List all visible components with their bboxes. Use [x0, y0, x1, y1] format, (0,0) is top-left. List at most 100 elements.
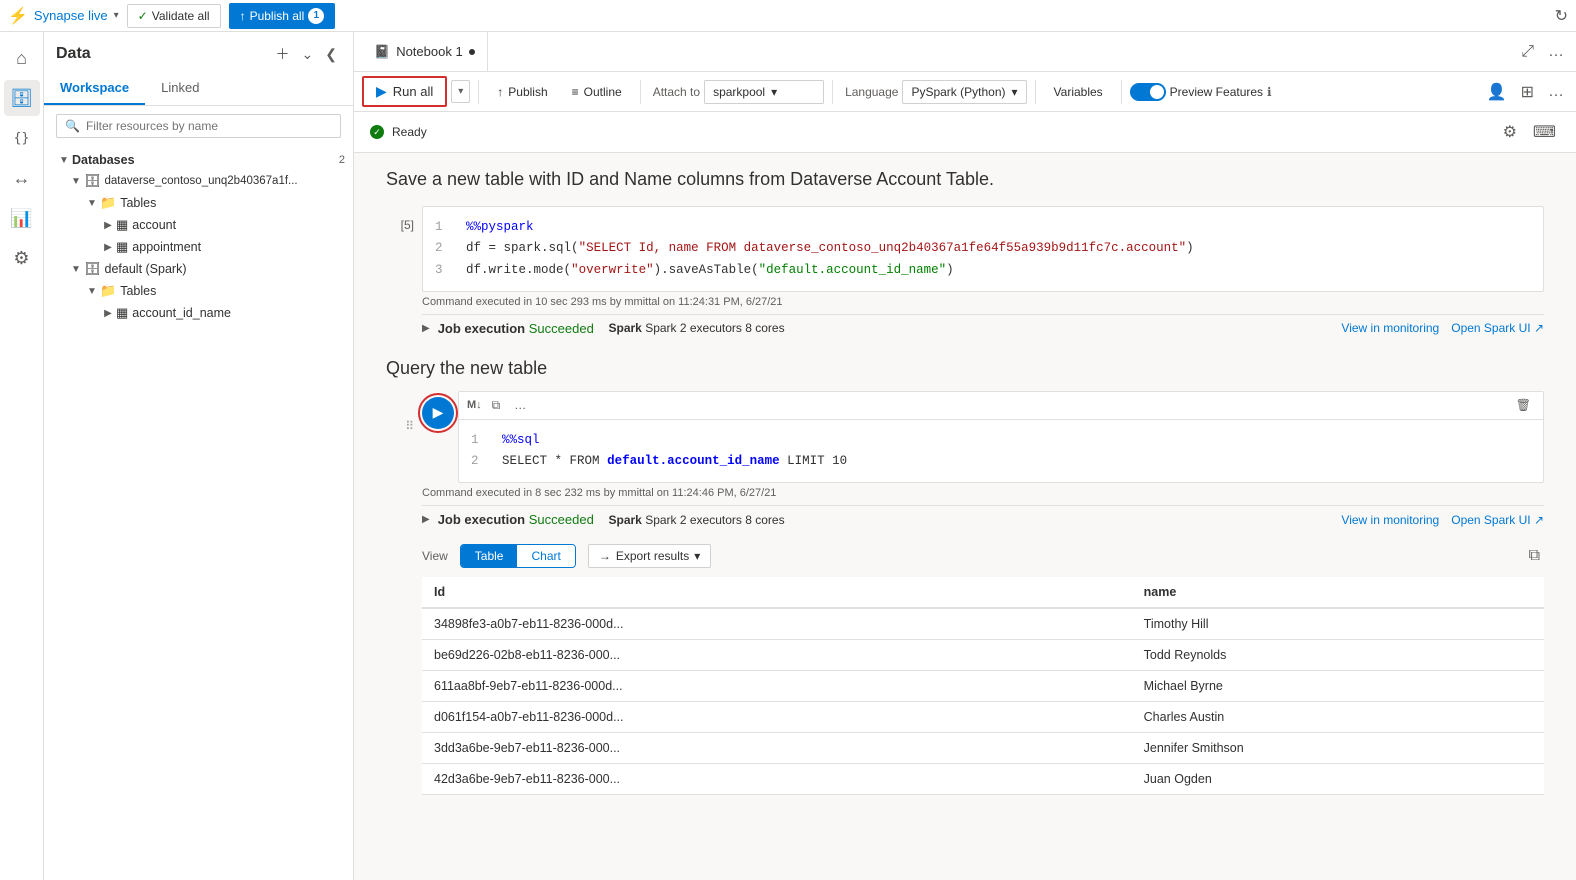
notebook-tab-label: Notebook 1 — [396, 44, 463, 59]
language-select[interactable]: PySpark (Python) ▾ — [902, 80, 1026, 104]
notebook-tab-bar: 📓 Notebook 1 ⤢ … — [354, 32, 1576, 72]
appointment-table-item[interactable]: ▶ ▦ appointment — [44, 236, 353, 258]
run-all-button[interactable]: ▶ Run all — [362, 76, 447, 107]
more-options-button[interactable]: … — [1544, 39, 1568, 65]
account-id-name-item[interactable]: ▶ ▦ account_id_name — [44, 302, 353, 324]
notebook-content: Save a new table with ID and Name column… — [354, 153, 1576, 880]
cell2-spark-info: Spark Spark 2 executors 8 cores — [602, 513, 785, 527]
sidebar-item-data[interactable]: 🗄 — [4, 80, 40, 116]
cell2-code[interactable]: 1 %%sql 2 SELECT * FROM default.account_… — [459, 420, 1543, 483]
tab-table[interactable]: Table — [461, 545, 518, 567]
top-bar: ⚡ Synapse live ▾ ✓ Validate all ↑ Publis… — [0, 0, 1576, 32]
add-resource-button[interactable]: ＋ — [272, 42, 294, 66]
cell1-code[interactable]: 1 %%pyspark 2 df = spark.sql("SELECT Id,… — [423, 207, 1543, 291]
db2-tables-folder[interactable]: ▼ 📁 Tables — [44, 280, 353, 302]
preview-toggle[interactable] — [1130, 83, 1166, 101]
left-panel: Data ＋ ⌄ ❮ Workspace Linked 🔍 ▼ Database… — [44, 32, 354, 880]
cell1-heading: Save a new table with ID and Name column… — [386, 169, 1544, 190]
validate-checkmark-icon: ✓ — [138, 9, 148, 23]
settings-cog-icon[interactable]: ⚙ — [1499, 118, 1521, 146]
ellipsis-button[interactable]: … — [1544, 79, 1568, 105]
tab-chart[interactable]: Chart — [517, 545, 574, 567]
sidebar-item-home[interactable]: ⌂ — [4, 40, 40, 76]
attach-select[interactable]: sparkpool ▾ — [704, 80, 824, 104]
table-row: 611aa8bf-9eb7-eb11-8236-000d...Michael B… — [422, 671, 1544, 702]
sidebar-item-manage[interactable]: ⚙ — [4, 240, 40, 276]
synapse-chevron-icon: ▾ — [114, 10, 119, 21]
cell1-job-status: Succeeded — [529, 321, 594, 336]
account-toggle-icon[interactable]: ▶ — [100, 220, 116, 231]
expand-button[interactable]: ⤢ — [1517, 39, 1538, 65]
db2-toggle-icon[interactable]: ▼ — [68, 264, 84, 275]
view-monitoring2-link[interactable]: View in monitoring — [1341, 513, 1439, 527]
db1-tables-folder[interactable]: ▼ 📁 Tables — [44, 192, 353, 214]
panel-header: Data ＋ ⌄ ❮ — [44, 32, 353, 72]
cell1-line2: 2 df = spark.sql("SELECT Id, name FROM d… — [435, 238, 1531, 259]
cell2-copy-button[interactable]: ⧉ — [488, 396, 505, 415]
cell1-wrapper: [5] 1 %%pyspark 2 df = spark.sql("SELECT… — [386, 206, 1544, 292]
tables-folder-toggle-icon[interactable]: ▼ — [84, 198, 100, 209]
refresh-icon[interactable]: ↻ — [1555, 6, 1568, 26]
cell2-mini-toolbar: M↓ ⧉ … 🗑 — [458, 391, 1544, 419]
run-all-label: Run all — [393, 84, 433, 99]
search-input[interactable] — [86, 119, 332, 133]
cell2-delete-button[interactable]: 🗑 — [1512, 396, 1535, 414]
notebook-tab[interactable]: 📓 Notebook 1 — [362, 32, 488, 72]
sidebar-item-monitor[interactable]: 📊 — [4, 200, 40, 236]
export-arrow-icon: → — [599, 549, 611, 563]
synapse-logo[interactable]: ⚡ Synapse live ▾ — [8, 6, 119, 26]
table-settings-icon[interactable]: ⧉ — [1525, 543, 1544, 569]
account-id-name-toggle-icon[interactable]: ▶ — [100, 308, 116, 319]
databases-section[interactable]: ▼ Databases 2 — [44, 150, 353, 170]
view-tabs: Table Chart — [460, 544, 576, 568]
collapse-icon[interactable]: ⌄ — [298, 42, 318, 66]
sidebar-item-integrate[interactable]: ↔ — [4, 160, 40, 196]
attach-value: sparkpool — [713, 85, 765, 99]
grid-view-icon[interactable]: ⊞ — [1517, 78, 1538, 106]
db2-item[interactable]: ▼ 🗄 default (Spark) — [44, 258, 353, 280]
export-results-button[interactable]: → Export results ▾ — [588, 544, 711, 568]
close-panel-button[interactable]: ❮ — [321, 42, 341, 66]
job-ex2-toggle-icon[interactable]: ▶ — [422, 514, 430, 525]
drag-handle-icon: ⠿ — [405, 419, 414, 433]
status-bar: ✓ Ready ⚙ ⌨ — [354, 112, 1576, 153]
cell-id: d061f154-a0b7-eb11-8236-000d... — [422, 702, 1132, 733]
separator3 — [832, 80, 833, 104]
cell-name: Jennifer Smithson — [1132, 733, 1544, 764]
cell1-spark-info: Spark Spark 2 executors 8 cores — [602, 321, 785, 335]
keyboard-icon[interactable]: ⌨ — [1529, 118, 1560, 146]
db1-toggle-icon[interactable]: ▼ — [68, 176, 84, 187]
search-box: 🔍 — [56, 114, 341, 138]
tab-linked[interactable]: Linked — [145, 72, 215, 105]
variables-button[interactable]: Variables — [1044, 80, 1113, 104]
table-row: d061f154-a0b7-eb11-8236-000d...Charles A… — [422, 702, 1544, 733]
databases-count: 2 — [339, 154, 345, 166]
appointment-toggle-icon[interactable]: ▶ — [100, 242, 116, 253]
panel-title: Data — [56, 45, 91, 63]
databases-toggle-icon[interactable]: ▼ — [56, 155, 72, 166]
database2-icon: 🗄 — [84, 261, 101, 277]
validate-all-button[interactable]: ✓ Validate all — [127, 4, 221, 28]
open-spark-ui1-link[interactable]: Open Spark UI ↗ — [1451, 321, 1544, 335]
tables2-folder-toggle-icon[interactable]: ▼ — [84, 286, 100, 297]
view-monitoring1-link[interactable]: View in monitoring — [1341, 321, 1439, 335]
outline-button[interactable]: ≡ Outline — [562, 80, 632, 104]
db1-item[interactable]: ▼ 🗄 dataverse_contoso_unq2b40367a1f... — [44, 170, 353, 192]
cell2-more-button[interactable]: … — [510, 396, 530, 414]
run-dropdown-button[interactable]: ▾ — [451, 80, 470, 103]
publish-all-button[interactable]: ↑ Publish all 1 — [229, 3, 336, 29]
publish-upload-icon: ↑ — [240, 9, 246, 23]
account-id-name-label: account_id_name — [132, 306, 231, 320]
run-cell-button[interactable]: ▶ — [422, 397, 454, 429]
publish-button[interactable]: ↑ Publish — [487, 80, 557, 104]
cell2-output: Command executed in 8 sec 232 ms by mmit… — [422, 487, 1544, 795]
job-ex1-toggle-icon[interactable]: ▶ — [422, 323, 430, 334]
person-icon[interactable]: 👤 — [1483, 78, 1511, 106]
sidebar-item-develop[interactable]: {} — [4, 120, 40, 156]
account-table-item[interactable]: ▶ ▦ account — [44, 214, 353, 236]
job1-links: View in monitoring Open Spark UI ↗ — [1341, 321, 1544, 335]
open-spark-ui2-link[interactable]: Open Spark UI ↗ — [1451, 513, 1544, 527]
unsaved-dot-indicator — [469, 49, 475, 55]
folder-icon: 📁 — [100, 195, 116, 211]
tab-workspace[interactable]: Workspace — [44, 72, 145, 105]
